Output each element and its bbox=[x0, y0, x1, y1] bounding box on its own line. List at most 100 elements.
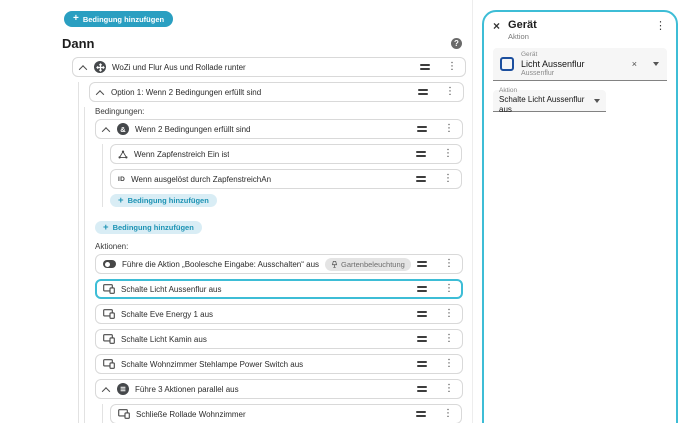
row-label: Führe 3 Aktionen parallel aus bbox=[135, 384, 239, 394]
device-box-icon bbox=[500, 57, 514, 71]
drag-handle-icon[interactable] bbox=[417, 308, 427, 320]
then-header: Dann ? bbox=[62, 35, 466, 51]
close-icon[interactable]: × bbox=[493, 20, 500, 32]
drag-handle-icon[interactable] bbox=[417, 358, 427, 370]
kebab-menu-icon[interactable]: ⋮ bbox=[443, 149, 453, 159]
panel-header: × Gerät Aktion ⋮ bbox=[493, 19, 667, 41]
kebab-menu-icon[interactable]: ⋮ bbox=[444, 259, 454, 269]
chevron-up-icon[interactable] bbox=[78, 65, 88, 74]
add-condition-label: Bedingung hinzufügen bbox=[112, 223, 194, 232]
row-choose-root[interactable]: WoZi und Flur Aus und Rollade runter ⋮ bbox=[72, 57, 466, 77]
indent-guide: Wenn Zapfenstreich Ein ist ⋮ ID Wenn aus… bbox=[102, 144, 462, 207]
chevron-up-icon[interactable] bbox=[101, 127, 111, 136]
help-icon[interactable]: ? bbox=[451, 37, 462, 49]
action-field-label: Aktion bbox=[499, 86, 518, 94]
row-option-1[interactable]: Option 1: Wenn 2 Bedingungen erfüllt sin… bbox=[89, 82, 464, 102]
devices-icon bbox=[103, 284, 115, 294]
row-label: Option 1: Wenn 2 Bedingungen erfüllt sin… bbox=[111, 87, 262, 97]
row-action-stehlampe[interactable]: Schalte Wohnzimmer Stehlampe Power Switc… bbox=[95, 354, 463, 374]
row-label: Wenn 2 Bedingungen erfüllt sind bbox=[135, 124, 251, 134]
kebab-menu-icon[interactable]: ⋮ bbox=[445, 87, 455, 97]
row-label: Schließe Rollade Wohnzimmer bbox=[136, 409, 246, 419]
identifier-icon: ID bbox=[118, 175, 126, 183]
row-label: Schalte Licht Kamin aus bbox=[121, 334, 207, 344]
devices-icon bbox=[103, 359, 115, 369]
kebab-menu-icon[interactable]: ⋮ bbox=[444, 359, 454, 369]
plus-icon: + bbox=[73, 13, 79, 24]
row-action-eve-energy[interactable]: Schalte Eve Energy 1 aus ⋮ bbox=[95, 304, 463, 324]
row-condition-group[interactable]: & Wenn 2 Bedingungen erfüllt sind ⋮ bbox=[95, 119, 463, 139]
drag-handle-icon[interactable] bbox=[417, 283, 427, 295]
row-action-licht-aussenflur[interactable]: Schalte Licht Aussenflur aus ⋮ bbox=[95, 279, 463, 299]
state-icon bbox=[118, 150, 128, 158]
row-label: WoZi und Flur Aus und Rollade runter bbox=[112, 62, 246, 72]
add-condition-label: Bedingung hinzufügen bbox=[127, 196, 209, 205]
drag-handle-icon[interactable] bbox=[417, 258, 427, 270]
device-picker-field[interactable]: Gerät Licht Aussenflur Aussenflur × bbox=[493, 48, 667, 81]
kebab-menu-icon[interactable]: ⋮ bbox=[444, 309, 454, 319]
kebab-menu-icon[interactable]: ⋮ bbox=[443, 409, 453, 419]
plus-icon: + bbox=[103, 221, 109, 233]
chevron-up-icon[interactable] bbox=[101, 387, 111, 396]
devices-icon bbox=[103, 334, 115, 344]
device-field-secondary: Aussenflur bbox=[521, 69, 555, 77]
conditions-heading: Bedingungen: bbox=[95, 107, 145, 116]
then-heading: Dann bbox=[62, 35, 95, 51]
drag-handle-icon[interactable] bbox=[416, 148, 426, 160]
add-condition-button-outer[interactable]: + Bedingung hinzufügen bbox=[95, 221, 202, 234]
action-field-value: Schalte Licht Aussenflur aus bbox=[499, 94, 585, 114]
drag-handle-icon[interactable] bbox=[420, 61, 430, 73]
drag-handle-icon[interactable] bbox=[417, 123, 427, 135]
row-action-licht-kamin[interactable]: Schalte Licht Kamin aus ⋮ bbox=[95, 329, 463, 349]
row-parallel-group[interactable]: Führe 3 Aktionen parallel aus ⋮ bbox=[95, 379, 463, 399]
clear-icon[interactable]: × bbox=[632, 59, 637, 69]
action-editor-panel: × Gerät Aktion ⋮ Gerät Licht Aussenflur … bbox=[482, 10, 678, 423]
row-label: Wenn Zapfenstreich Ein ist bbox=[134, 149, 230, 159]
drag-handle-icon[interactable] bbox=[417, 383, 427, 395]
row-condition-trigger-id[interactable]: ID Wenn ausgelöst durch ZapfenstreichAn … bbox=[110, 169, 462, 189]
automation-sequence-column: + Bedingung hinzufügen Dann ? WoZi und F… bbox=[62, 8, 466, 423]
row-action-boolean[interactable]: Führe die Aktion „Boolesche Eingabe: Aus… bbox=[95, 254, 463, 274]
indent-guide: Option 1: Wenn 2 Bedingungen erfüllt sin… bbox=[78, 82, 464, 423]
kebab-menu-icon[interactable]: ⋮ bbox=[655, 20, 666, 31]
row-label: Schalte Licht Aussenflur aus bbox=[121, 284, 222, 294]
kebab-menu-icon[interactable]: ⋮ bbox=[443, 174, 453, 184]
kebab-menu-icon[interactable]: ⋮ bbox=[444, 284, 454, 294]
indent-guide: Schließe Rollade Wohnzimmer ⋮ bbox=[102, 404, 462, 423]
device-field-label: Gerät bbox=[521, 50, 538, 58]
choose-icon bbox=[94, 61, 106, 73]
chip-label: Gartenbeleuchtung bbox=[341, 259, 405, 269]
action-tree: WoZi und Flur Aus und Rollade runter ⋮ O… bbox=[72, 57, 466, 423]
kebab-menu-icon[interactable]: ⋮ bbox=[444, 384, 454, 394]
parallel-icon bbox=[117, 383, 129, 395]
devices-icon bbox=[103, 309, 115, 319]
kebab-menu-icon[interactable]: ⋮ bbox=[444, 334, 454, 344]
row-label: Führe die Aktion „Boolesche Eingabe: Aus… bbox=[122, 259, 320, 269]
kebab-menu-icon[interactable]: ⋮ bbox=[447, 62, 457, 72]
kebab-menu-icon[interactable]: ⋮ bbox=[444, 124, 454, 134]
drag-handle-icon[interactable] bbox=[418, 86, 428, 98]
add-condition-button-top[interactable]: + Bedingung hinzufügen bbox=[64, 11, 174, 27]
devices-icon bbox=[118, 409, 130, 419]
action-select-field[interactable]: Aktion Schalte Licht Aussenflur aus bbox=[493, 86, 606, 114]
device-field-value: Licht Aussenflur bbox=[521, 58, 585, 69]
toggle-switch-icon bbox=[103, 260, 116, 268]
dropdown-caret-icon[interactable] bbox=[653, 62, 659, 66]
add-condition-label: Bedingung hinzufügen bbox=[82, 14, 165, 24]
row-condition-state[interactable]: Wenn Zapfenstreich Ein ist ⋮ bbox=[110, 144, 462, 164]
row-action-rollade[interactable]: Schließe Rollade Wohnzimmer ⋮ bbox=[110, 404, 462, 423]
indent-guide: Bedingungen: & Wenn 2 Bedingungen erfüll… bbox=[84, 107, 463, 423]
lamp-icon bbox=[331, 260, 338, 268]
row-label: Schalte Eve Energy 1 aus bbox=[121, 309, 214, 319]
automation-editor: + Bedingung hinzufügen Dann ? WoZi und F… bbox=[0, 0, 690, 423]
drag-handle-icon[interactable] bbox=[416, 173, 426, 185]
add-condition-button-inner[interactable]: + Bedingung hinzufügen bbox=[110, 194, 217, 207]
drag-handle-icon[interactable] bbox=[416, 408, 426, 420]
entity-chip: Gartenbeleuchtung bbox=[325, 257, 411, 271]
row-label: Wenn ausgelöst durch ZapfenstreichAn bbox=[131, 174, 272, 184]
dropdown-caret-icon[interactable] bbox=[594, 98, 600, 103]
drag-handle-icon[interactable] bbox=[417, 333, 427, 345]
actions-heading: Aktionen: bbox=[95, 242, 129, 251]
panel-subtitle: Aktion bbox=[508, 32, 529, 41]
chevron-up-icon[interactable] bbox=[95, 90, 105, 99]
